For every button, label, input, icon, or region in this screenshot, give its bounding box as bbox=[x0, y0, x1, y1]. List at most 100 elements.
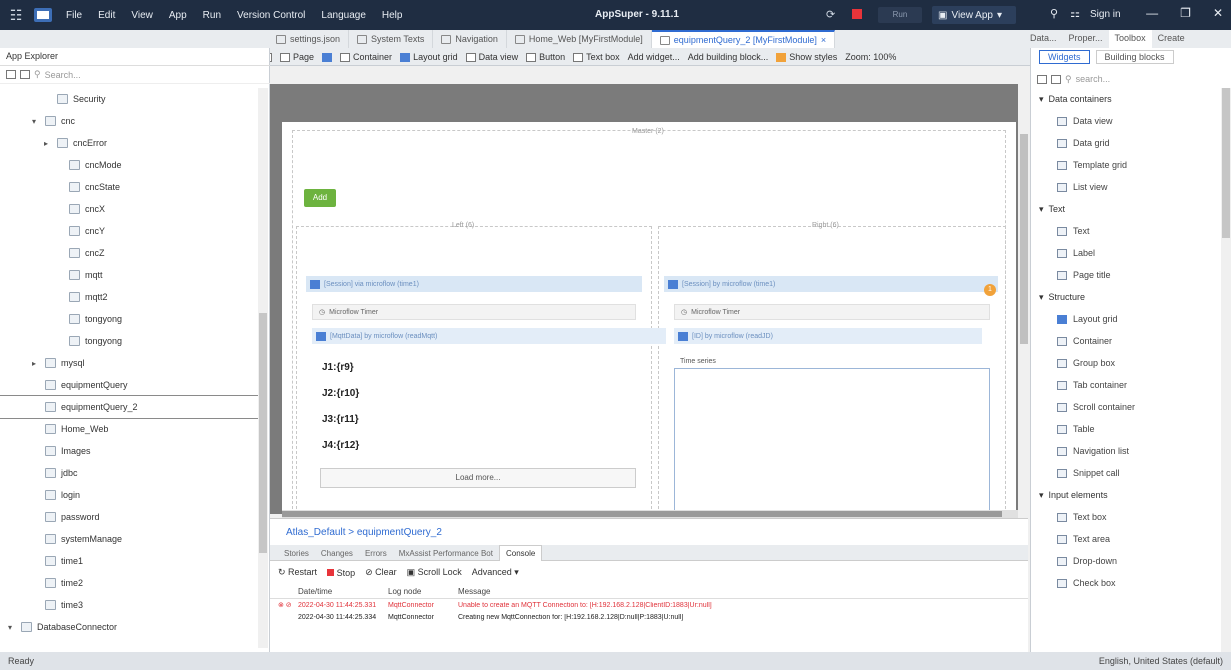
warning-badge[interactable]: 1 bbox=[984, 284, 996, 296]
close-icon[interactable]: ✕ bbox=[1213, 6, 1223, 20]
tree-item[interactable]: ▸ cncError bbox=[0, 132, 258, 154]
document-tab[interactable]: equipmentQuery_2 [MyFirstModule] × bbox=[651, 30, 836, 48]
tree-item[interactable]: time2 bbox=[0, 572, 258, 594]
bottom-tab[interactable]: Changes bbox=[315, 545, 359, 561]
sign-in-link[interactable]: Sign in bbox=[1090, 9, 1121, 20]
col-message[interactable]: Message bbox=[458, 587, 1028, 596]
data-view-tool[interactable]: Data view bbox=[465, 52, 518, 62]
tree-item[interactable]: Images bbox=[0, 440, 258, 462]
tree-item[interactable]: mqtt2 bbox=[0, 286, 258, 308]
toolbox-item[interactable]: List view bbox=[1031, 176, 1221, 198]
log-row[interactable]: 2022-04-30 11:44:25.334 MqttConnector Crea… bbox=[270, 611, 1028, 623]
document-tab[interactable]: Navigation bbox=[433, 30, 507, 48]
search-icon[interactable]: ⚲ bbox=[1050, 7, 1058, 20]
add-widget-button[interactable]: Add widget... bbox=[628, 52, 680, 62]
document-tab[interactable]: System Texts bbox=[349, 30, 434, 48]
document-tab[interactable]: Home_Web [MyFirstModule] bbox=[507, 30, 652, 48]
panel-tab[interactable]: Toolbox bbox=[1108, 30, 1152, 48]
editor-vertical-scrollbar[interactable] bbox=[1018, 84, 1030, 514]
tree-item[interactable]: systemManage bbox=[0, 528, 258, 550]
explorer-scrollbar[interactable] bbox=[258, 88, 268, 648]
microflow-timer-left[interactable]: ◷ Microflow Timer bbox=[312, 304, 636, 320]
toolbox-item[interactable]: Text area bbox=[1031, 528, 1221, 550]
scroll-thumb[interactable] bbox=[1222, 88, 1230, 238]
toolbox-category[interactable]: ▾ Input elements bbox=[1031, 484, 1221, 506]
expand-icon[interactable] bbox=[1051, 74, 1061, 84]
menu-item[interactable]: Run bbox=[203, 10, 221, 21]
tree-item[interactable]: time3 bbox=[0, 594, 258, 616]
toolbox-item[interactable]: Container bbox=[1031, 330, 1221, 352]
toolbox-category[interactable]: ▾ Text bbox=[1031, 198, 1221, 220]
toolbox-item[interactable]: Table bbox=[1031, 418, 1221, 440]
toolbox-item[interactable]: Text bbox=[1031, 220, 1221, 242]
toolbox-item[interactable]: Navigation list bbox=[1031, 440, 1221, 462]
data-view-jd-header[interactable]: [ID] by microflow (readJD) bbox=[674, 328, 982, 344]
restart-button[interactable]: ↻ Restart bbox=[278, 567, 317, 578]
editor-horizontal-scrollbar[interactable] bbox=[282, 510, 1018, 518]
page-breadcrumb[interactable]: Page bbox=[280, 52, 314, 62]
list-item[interactable]: J4:{r12} bbox=[322, 440, 359, 451]
chevron-down-icon[interactable]: ▾ bbox=[8, 623, 18, 632]
advanced-dropdown[interactable]: Advanced ▾ bbox=[472, 567, 519, 578]
toolbox-item[interactable]: Label bbox=[1031, 242, 1221, 264]
microflow-timer-right[interactable]: ◷ Microflow Timer bbox=[674, 304, 990, 320]
toolbox-search[interactable]: ⚲ search... bbox=[1031, 70, 1231, 88]
data-view-left-header[interactable]: [Session] via microflow (time1) bbox=[306, 276, 642, 292]
menu-item[interactable]: Edit bbox=[98, 10, 115, 21]
show-styles-toggle[interactable]: Show styles bbox=[776, 52, 837, 62]
bottom-tab[interactable]: Stories bbox=[278, 545, 315, 561]
tree-item[interactable]: tongyong bbox=[0, 330, 258, 352]
list-item[interactable]: J2:{r10} bbox=[322, 388, 359, 399]
tab-building-blocks[interactable]: Building blocks bbox=[1095, 50, 1174, 64]
button-tool[interactable]: Button bbox=[526, 52, 565, 62]
feedback-icon[interactable]: ⚏ bbox=[1070, 7, 1080, 20]
toolbox-item[interactable]: Text box bbox=[1031, 506, 1221, 528]
log-row[interactable]: ⊗ ⊘ 2022-04-30 11:44:25.331 MqttConnector U… bbox=[270, 599, 1028, 611]
tree-item[interactable]: login bbox=[0, 484, 258, 506]
menu-item[interactable]: View bbox=[131, 10, 153, 21]
apps-grid-icon[interactable]: ☷ bbox=[6, 5, 26, 25]
collapse-icon[interactable] bbox=[6, 70, 16, 79]
select-icon[interactable] bbox=[322, 52, 333, 62]
tree-item[interactable]: equipmentQuery_2 bbox=[0, 395, 259, 419]
tree-item[interactable]: cncZ bbox=[0, 242, 258, 264]
menu-item[interactable]: File bbox=[66, 10, 82, 21]
tree-item[interactable]: mqtt bbox=[0, 264, 258, 286]
toolbox-item[interactable]: Layout grid bbox=[1031, 308, 1221, 330]
tree-item[interactable]: ▾ DatabaseConnector bbox=[0, 616, 258, 638]
layout-grid-tool[interactable]: Layout grid bbox=[400, 52, 458, 62]
menu-item[interactable]: Version Control bbox=[237, 10, 305, 21]
col-lognode[interactable]: Log node bbox=[388, 587, 458, 596]
explorer-search[interactable]: ⚲ Search... bbox=[0, 66, 270, 84]
tree-item[interactable]: password bbox=[0, 506, 258, 528]
tree-item[interactable]: jdbc bbox=[0, 462, 258, 484]
panel-tab[interactable]: Create bbox=[1152, 30, 1191, 48]
tree-item[interactable]: cncY bbox=[0, 220, 258, 242]
tree-item[interactable]: Home_Web bbox=[0, 418, 258, 440]
tree-item[interactable]: cncMode bbox=[0, 154, 258, 176]
toolbox-item[interactable]: Data grid bbox=[1031, 132, 1221, 154]
bottom-tab[interactable]: Console bbox=[498, 545, 543, 561]
col-datetime[interactable]: Date/time bbox=[298, 587, 388, 596]
tree-item[interactable]: cncX bbox=[0, 198, 258, 220]
close-icon[interactable]: × bbox=[821, 35, 826, 45]
stop-button[interactable]: Stop bbox=[327, 568, 355, 578]
scroll-thumb[interactable] bbox=[259, 313, 267, 553]
explorer-search-input[interactable]: Search... bbox=[45, 70, 81, 80]
run-button[interactable]: Run bbox=[878, 7, 922, 23]
bottom-tab[interactable]: MxAssist Performance Bot bbox=[393, 545, 499, 561]
toolbox-item[interactable]: Group box bbox=[1031, 352, 1221, 374]
document-tab[interactable]: settings.json bbox=[268, 30, 350, 48]
scroll-lock-button[interactable]: ▣ Scroll Lock bbox=[407, 567, 462, 578]
tree-item[interactable]: ▸ mysql bbox=[0, 352, 258, 374]
toolbox-item[interactable]: Snippet call bbox=[1031, 462, 1221, 484]
tree-item[interactable]: ▾ cnc bbox=[0, 110, 258, 132]
sync-icon[interactable]: ⟳ bbox=[826, 8, 840, 22]
panel-tab[interactable]: Proper... bbox=[1063, 30, 1109, 48]
toolbox-category[interactable]: ▾ Structure bbox=[1031, 286, 1221, 308]
view-app-button[interactable]: ▣ View App ▾ bbox=[932, 6, 1016, 24]
tree-item[interactable]: equipmentQuery bbox=[0, 374, 258, 396]
scroll-thumb[interactable] bbox=[1020, 134, 1028, 344]
data-view-right-header[interactable]: [Session] by microflow (time1) bbox=[664, 276, 998, 292]
clear-button[interactable]: ⊘ Clear bbox=[365, 567, 397, 578]
